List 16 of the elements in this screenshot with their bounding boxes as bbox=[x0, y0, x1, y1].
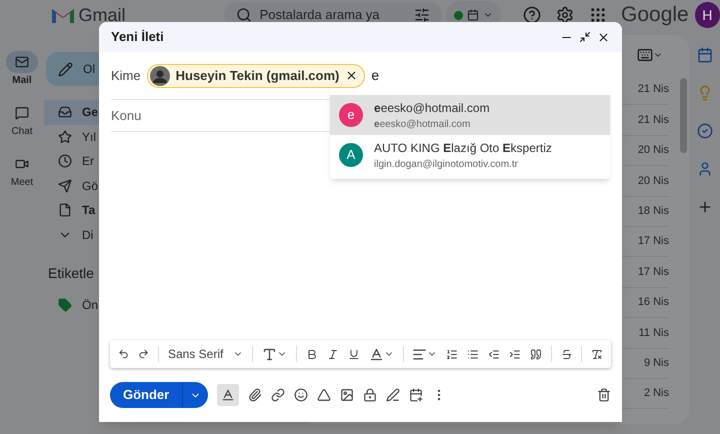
contact-name: eeesko@hotmail.com bbox=[374, 100, 490, 116]
labels-heading: Etiketle bbox=[48, 264, 95, 283]
rail-label: Chat bbox=[11, 125, 33, 139]
google-wordmark: Google bbox=[621, 2, 689, 28]
rail-label: Meet bbox=[10, 176, 34, 190]
window-title: Yeni İleti bbox=[111, 28, 165, 46]
contact-email: ilgin.dogan@ilginotomotiv.com.tr bbox=[374, 158, 519, 172]
contact-name: AUTO KING Elazığ Oto Ekspertiz bbox=[374, 140, 552, 156]
to-label: Kime bbox=[111, 66, 141, 85]
search-placeholder: Postalarda arama ya bbox=[260, 6, 381, 24]
recipient-name: Huseyin Tekin (gmail.com) bbox=[176, 66, 340, 85]
contact-avatar: e bbox=[339, 103, 363, 127]
contact-avatar: A bbox=[339, 143, 363, 167]
contact-email: eeesko@hotmail.com bbox=[374, 118, 472, 132]
gmail-wordmark: Gmail bbox=[78, 5, 126, 25]
rail-label: Mail bbox=[12, 74, 32, 88]
